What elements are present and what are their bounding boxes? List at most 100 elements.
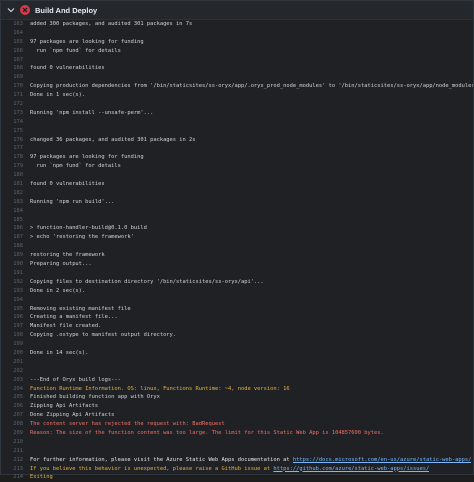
log-text: found 0 vulnerabilities: [30, 181, 105, 188]
log-text: Done in 1 sec(s).: [30, 92, 86, 99]
line-number[interactable]: 187: [1, 233, 30, 242]
log-line: 197 Manifest file created.: [1, 322, 473, 331]
line-number[interactable]: 185: [1, 216, 30, 225]
line-number[interactable]: 208: [1, 420, 30, 429]
log-line: 189 restoring the framework: [1, 251, 473, 260]
log-line: 196 Creating a manifest file...: [1, 313, 473, 322]
line-number[interactable]: 204: [1, 385, 30, 394]
line-number[interactable]: 191: [1, 269, 30, 278]
log-line: 177: [1, 144, 473, 153]
log-line: 208 The content server has rejected the r…: [1, 420, 473, 429]
log-line: 169: [1, 73, 473, 82]
line-number[interactable]: 202: [1, 367, 30, 376]
line-number[interactable]: 195: [1, 305, 30, 314]
line-number[interactable]: 190: [1, 260, 30, 269]
line-number[interactable]: 172: [1, 100, 30, 109]
line-number[interactable]: 184: [1, 207, 30, 216]
line-number[interactable]: 170: [1, 82, 30, 91]
line-number[interactable]: 199: [1, 340, 30, 349]
line-number[interactable]: 201: [1, 358, 30, 367]
line-number[interactable]: 177: [1, 144, 30, 153]
line-number[interactable]: 178: [1, 153, 30, 162]
line-number[interactable]: 168: [1, 64, 30, 73]
log-line: 206 Zipping Api Artifacts: [1, 402, 473, 411]
line-number[interactable]: 180: [1, 171, 30, 180]
log-line: 187 > echo 'restoring the framework': [1, 233, 473, 242]
line-number[interactable]: 212: [1, 456, 30, 465]
log-line: 165 97 packages are looking for funding: [1, 38, 473, 47]
line-number[interactable]: 189: [1, 251, 30, 260]
line-number[interactable]: 194: [1, 296, 30, 305]
line-number[interactable]: 166: [1, 47, 30, 56]
log-text: For further information, please visit th…: [30, 456, 472, 463]
log-line: 166 run `npm fund` for details: [1, 47, 473, 56]
log-line: 174: [1, 118, 473, 127]
log-line: 205 Finished building function app with O…: [1, 393, 473, 402]
line-number[interactable]: 205: [1, 393, 30, 402]
log-line: 203 ---End of Oryx build logs---: [1, 376, 473, 385]
step-header[interactable]: Build And Deploy: [1, 1, 473, 20]
line-number[interactable]: 181: [1, 180, 30, 189]
line-number[interactable]: 196: [1, 313, 30, 322]
line-number[interactable]: 169: [1, 73, 30, 82]
log-text: Done in 14 sec(s).: [30, 349, 89, 356]
log-line: 185: [1, 216, 473, 225]
log-line: 194: [1, 296, 473, 305]
log-line: 186 > function-handler-build@0.1.0 build: [1, 224, 473, 233]
line-number[interactable]: 203: [1, 376, 30, 385]
log-link[interactable]: https://github.com/azure/static-web-apps…: [273, 466, 429, 472]
log-text: Running 'npm install --unsafe-perm'...: [30, 109, 154, 116]
log-line: 210: [1, 438, 473, 447]
log-line: 198 Copying .ostype to manifest output di…: [1, 331, 473, 340]
line-number[interactable]: 176: [1, 136, 30, 145]
line-number[interactable]: 198: [1, 331, 30, 340]
line-number[interactable]: 165: [1, 38, 30, 47]
line-number[interactable]: 174: [1, 118, 30, 127]
log-text: restoring the framework: [30, 252, 105, 259]
log-text: Preparing output...: [30, 261, 92, 268]
log-line: 181 found 0 vulnerabilities: [1, 180, 473, 189]
log-line: 184: [1, 207, 473, 216]
log-line: 193 Done in 2 sec(s).: [1, 287, 473, 296]
log-line: 192 Copying files to destination director…: [1, 278, 473, 287]
log-text: Done in 2 sec(s).: [30, 287, 86, 294]
log-text: Running 'npm run build'...: [30, 198, 115, 205]
line-number[interactable]: 206: [1, 402, 30, 411]
log-link[interactable]: https://docs.microsoft.com/en-us/azure/s…: [293, 457, 472, 463]
line-number[interactable]: 175: [1, 127, 30, 136]
line-number[interactable]: 207: [1, 411, 30, 420]
log-line: 191: [1, 269, 473, 278]
line-number[interactable]: 183: [1, 198, 30, 207]
line-number[interactable]: 192: [1, 278, 30, 287]
log-line: 176 changed 36 packages, and audited 301 …: [1, 136, 473, 145]
log-text: run `npm fund` for details: [30, 163, 121, 170]
log-line: 207 Done Zipping Api Artifacts: [1, 411, 473, 420]
line-number[interactable]: 213: [1, 465, 30, 474]
line-number[interactable]: 167: [1, 56, 30, 65]
chevron-down-icon[interactable]: [5, 4, 17, 16]
log-text: Manifest file created.: [30, 323, 102, 330]
line-number[interactable]: 200: [1, 349, 30, 358]
line-number[interactable]: 173: [1, 109, 30, 118]
log-text: Zipping Api Artifacts: [30, 403, 99, 410]
line-number[interactable]: 164: [1, 29, 30, 38]
line-number[interactable]: 197: [1, 322, 30, 331]
log-output: 163 added 300 packages, and audited 301 p…: [1, 20, 473, 480]
line-number[interactable]: 188: [1, 242, 30, 251]
line-number[interactable]: 210: [1, 438, 30, 447]
log-line: 163 added 300 packages, and audited 301 p…: [1, 20, 473, 29]
log-text: Done Zipping Api Artifacts: [30, 412, 115, 419]
line-number[interactable]: 211: [1, 447, 30, 456]
log-line: 201: [1, 358, 473, 367]
log-text: Function Runtime Information. OS: linux,…: [30, 385, 290, 392]
line-number[interactable]: 182: [1, 189, 30, 198]
line-number[interactable]: 193: [1, 287, 30, 296]
log-line: 190 Preparing output...: [1, 260, 473, 269]
line-number[interactable]: 186: [1, 224, 30, 233]
line-number[interactable]: 209: [1, 429, 30, 438]
line-number[interactable]: 171: [1, 91, 30, 100]
line-number[interactable]: 163: [1, 20, 30, 29]
log-text: Reason: The size of the function content…: [30, 429, 384, 436]
log-line: 195 Removing existing manifest file: [1, 305, 473, 314]
line-number[interactable]: 179: [1, 162, 30, 171]
